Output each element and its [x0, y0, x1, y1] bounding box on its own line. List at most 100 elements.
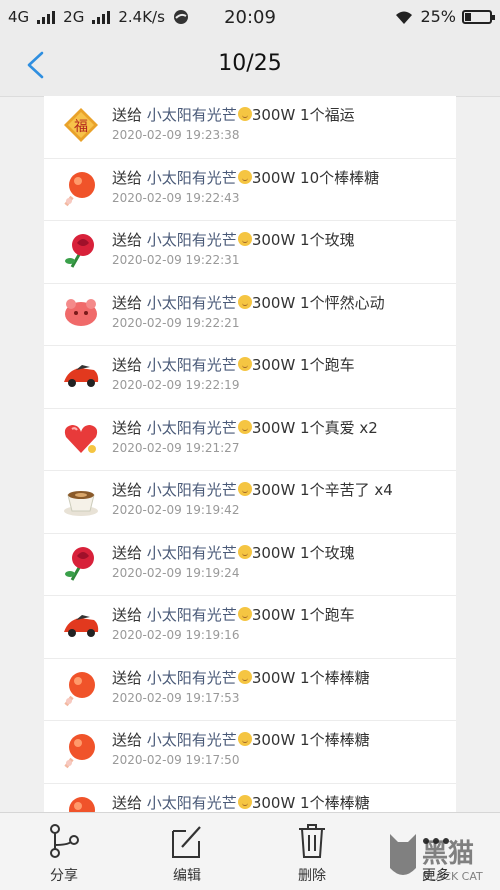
smile-emoji-icon	[237, 169, 252, 184]
recipient-name: 小太阳有光芒	[146, 481, 237, 499]
gift-detail: 300W 1个玫瑰	[251, 543, 355, 562]
smile-emoji-icon	[237, 482, 252, 496]
recipient-name: 小太阳有光芒	[146, 543, 237, 562]
gift-description: 送给 小太阳有光芒 300W 1个跑车	[112, 354, 355, 375]
gift-timestamp: 2020-02-09 19:17:50	[112, 753, 240, 767]
coffee-gift-icon	[62, 481, 100, 519]
gift-timestamp: 2020-02-09 19:22:19	[112, 378, 240, 392]
gift-detail: 300W 10个棒棒糖	[251, 168, 380, 187]
smile-emoji-icon	[237, 107, 252, 121]
recipient-name: 小太阳有光芒	[146, 356, 237, 374]
gift-description: 送给 小太阳有光芒 300W 1个玫瑰	[112, 229, 355, 250]
gift-description: 送给 小太阳有光芒 300W 1个棒棒糖	[112, 792, 370, 813]
lollipop-gift-icon	[62, 731, 100, 769]
gift-detail: 300W 1个真爱 x2	[251, 418, 378, 437]
rose-gift-icon	[62, 231, 100, 269]
svg-text:黑猫: 黑猫	[422, 839, 474, 869]
true-love-gift-icon	[62, 419, 100, 457]
edit-label: 编辑	[173, 868, 201, 884]
gift-prefix: 送给	[112, 231, 143, 249]
gift-timestamp: 2020-02-09 19:22:31	[112, 253, 240, 267]
smile-emoji-icon	[237, 544, 252, 559]
share-label: 分享	[50, 868, 78, 884]
recipient-name: 小太阳有光芒	[146, 106, 237, 124]
gift-record-item[interactable]: 送给 小太阳有光芒 300W 1个辛苦了 x4 2020-02-09 19:19:4…	[44, 471, 456, 534]
recipient-name: 小太阳有光芒	[146, 168, 237, 187]
gift-description: 送给 小太阳有光芒 300W 10个棒棒糖	[112, 167, 379, 188]
gift-description: 送给 小太阳有光芒 300W 1个辛苦了 x4	[112, 479, 393, 500]
share-button[interactable]: 分享	[24, 823, 104, 885]
lollipop-gift-icon	[62, 794, 100, 812]
edit-icon	[172, 826, 201, 858]
smile-emoji-icon	[237, 232, 252, 246]
recipient-name: 小太阳有光芒	[146, 606, 237, 624]
lollipop-gift-icon	[62, 169, 100, 207]
gift-description: 送给 小太阳有光芒 300W 1个棒棒糖	[112, 667, 370, 688]
status-bar: 4G 2G 2.4K/s 20:09 25%	[0, 0, 500, 34]
smile-emoji-icon	[237, 357, 252, 371]
gift-prefix: 送给	[112, 668, 143, 687]
gift-prefix: 送给	[112, 606, 143, 624]
gift-record-item[interactable]: 送给 小太阳有光芒 300W 1个棒棒糖 2020-02-09 19:17:53	[44, 659, 456, 721]
smile-emoji-icon	[237, 669, 252, 684]
gift-prefix: 送给	[112, 356, 143, 374]
lollipop-gift-icon	[62, 669, 100, 707]
delete-button[interactable]: 删除	[272, 823, 352, 885]
gift-detail: 300W 1个跑车	[251, 356, 355, 374]
trash-icon	[299, 824, 325, 858]
share-icon	[50, 824, 79, 858]
page-title: 10/25	[218, 51, 282, 76]
gift-timestamp: 2020-02-09 19:19:42	[112, 503, 240, 517]
battery-icon	[462, 9, 495, 24]
gift-prefix: 送给	[112, 731, 143, 749]
gift-description: 送给 小太阳有光芒 300W 1个玫瑰	[112, 542, 355, 563]
gift-detail: 300W 1个跑车	[251, 606, 355, 624]
gift-description: 送给 小太阳有光芒 300W 1个跑车	[112, 604, 355, 625]
gift-prefix: 送给	[112, 543, 143, 562]
gift-description: 送给 小太阳有光芒 300W 1个棒棒糖	[112, 729, 370, 750]
gift-timestamp: 2020-02-09 19:17:53	[112, 690, 240, 705]
recipient-name: 小太阳有光芒	[146, 668, 237, 687]
gift-record-item[interactable]: 送给 小太阳有光芒 300W 1个跑车 2020-02-09 19:22:19	[44, 346, 456, 409]
gift-detail: 300W 1个怦然心动	[251, 293, 385, 312]
gift-record-item[interactable]: 送给 小太阳有光芒 300W 10个棒棒糖 2020-02-09 19:22:43	[44, 159, 456, 221]
gift-record-item[interactable]: 送给 小太阳有光芒 300W 1个怦然心动 2020-02-09 19:22:21	[44, 284, 456, 346]
gift-record-item[interactable]: 送给 小太阳有光芒 300W 1个玫瑰 2020-02-09 19:19:24	[44, 534, 456, 596]
gift-description: 送给 小太阳有光芒 300W 1个福运	[112, 104, 355, 125]
wifi-icon	[396, 11, 413, 24]
smile-emoji-icon	[237, 607, 252, 621]
gift-description: 送给 小太阳有光芒 300W 1个真爱 x2	[112, 417, 378, 438]
gift-record-item[interactable]: 福 送给 小太阳有光芒 300W 1个福运 2020-02-09 19:23:38	[44, 96, 456, 159]
recipient-name: 小太阳有光芒	[146, 793, 237, 812]
gift-record-item[interactable]: 送给 小太阳有光芒 300W 1个真爱 x2 2020-02-09 19:21:27	[44, 409, 456, 471]
gift-timestamp: 2020-02-09 19:19:16	[112, 628, 240, 642]
navigation-bar: 10/25	[0, 34, 500, 97]
edit-button[interactable]: 编辑	[147, 823, 227, 885]
recipient-name: 小太阳有光芒	[146, 293, 237, 312]
gift-record-item[interactable]: 送给 小太阳有光芒 300W 1个玫瑰 2020-02-09 19:22:31	[44, 221, 456, 284]
gift-record-item[interactable]: 送给 小太阳有光芒 300W 1个跑车 2020-02-09 19:19:16	[44, 596, 456, 659]
gift-record-list: 福送给 小太阳有光芒 300W 1个福运 2020-02-09 19:23:38 送给…	[44, 96, 456, 812]
fortune-gift-icon: 福	[62, 106, 100, 144]
gift-prefix: 送给	[112, 481, 143, 499]
gift-timestamp: 2020-02-09 19:21:27	[112, 440, 240, 455]
gift-timestamp: 2020-02-09 19:19:24	[112, 565, 240, 580]
battery-percent: 25%	[420, 7, 456, 26]
gift-detail: 300W 1个棒棒糖	[251, 668, 370, 687]
gift-detail: 300W 1个辛苦了 x4	[251, 481, 393, 499]
gift-timestamp: 2020-02-09 19:22:43	[112, 190, 240, 205]
gift-record-item[interactable]: 送给 小太阳有光芒 300W 1个棒棒糖	[44, 784, 456, 813]
gift-description: 送给 小太阳有光芒 300W 1个怦然心动	[112, 292, 385, 313]
gift-prefix: 送给	[112, 793, 143, 812]
smile-emoji-icon	[237, 294, 252, 309]
gift-detail: 300W 1个棒棒糖	[251, 793, 370, 812]
gift-prefix: 送给	[112, 168, 143, 187]
gift-prefix: 送给	[112, 418, 143, 437]
rose-gift-icon	[62, 544, 100, 582]
sports-car-gift-icon	[62, 356, 100, 394]
gift-detail: 300W 1个玫瑰	[251, 231, 355, 249]
svg-text:福: 福	[74, 119, 88, 135]
svg-text:BLACK CAT: BLACK CAT	[422, 870, 483, 883]
gift-detail: 300W 1个福运	[251, 106, 355, 124]
gift-record-item[interactable]: 送给 小太阳有光芒 300W 1个棒棒糖 2020-02-09 19:17:50	[44, 721, 456, 784]
